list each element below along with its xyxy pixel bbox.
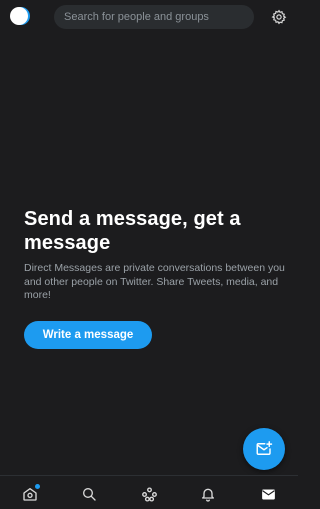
- nav-home[interactable]: [21, 484, 40, 503]
- empty-state-title: Send a message, get a message: [24, 208, 241, 254]
- nav-spaces[interactable]: [140, 485, 158, 503]
- new-message-fab[interactable]: [243, 428, 285, 470]
- nav-messages[interactable]: [259, 485, 277, 503]
- empty-state-description: Direct Messages are private conversation…: [24, 262, 285, 301]
- settings-button[interactable]: [270, 8, 288, 26]
- bottom-navigation: [0, 475, 298, 509]
- write-message-button[interactable]: Write a message: [24, 321, 152, 349]
- new-message-icon: [256, 441, 273, 455]
- search-input[interactable]: [64, 5, 254, 29]
- bell-icon: [202, 488, 214, 502]
- search-icon: [83, 488, 96, 501]
- nav-search[interactable]: [80, 485, 98, 503]
- nav-notifications[interactable]: [199, 485, 217, 503]
- spaces-icon: [141, 486, 157, 502]
- top-bar: [0, 0, 298, 34]
- gear-icon: [271, 9, 287, 25]
- avatar[interactable]: [10, 7, 28, 25]
- mail-icon: [261, 489, 275, 499]
- search-box[interactable]: [54, 5, 254, 29]
- notification-dot: [35, 484, 40, 489]
- messages-screen: Send a message, get a message Direct Mes…: [0, 0, 298, 509]
- empty-state: Send a message, get a message Direct Mes…: [24, 207, 286, 303]
